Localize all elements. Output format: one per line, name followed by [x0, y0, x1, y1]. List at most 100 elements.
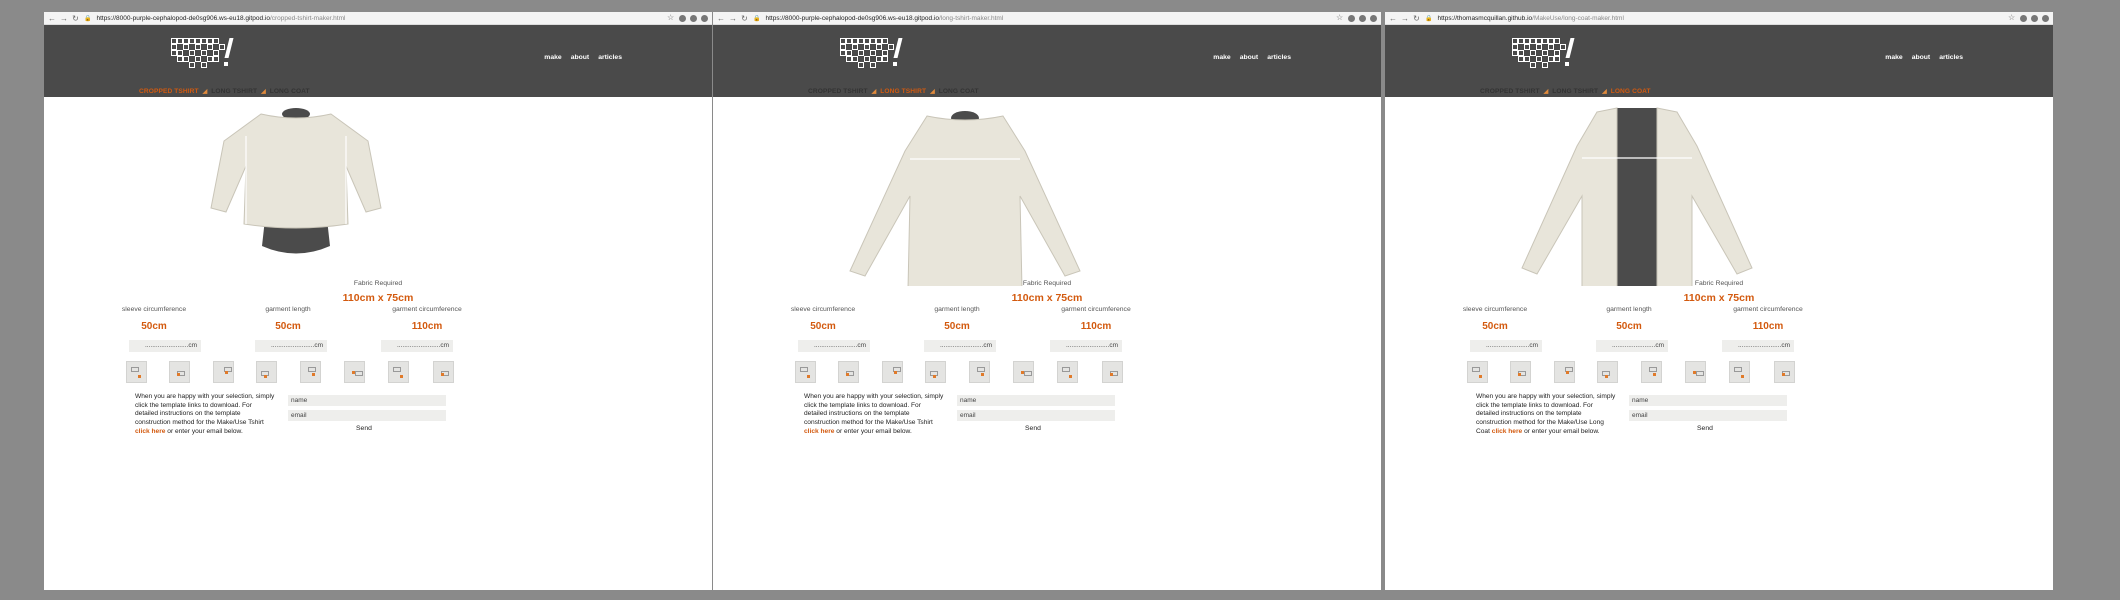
makeuse-logo[interactable] — [1512, 38, 1578, 68]
extension-icon[interactable] — [679, 14, 686, 22]
nav-link-articles[interactable]: articles — [598, 54, 622, 61]
profile-avatar[interactable] — [2042, 14, 2049, 22]
pattern-template-thumbnail[interactable] — [1774, 361, 1795, 383]
pattern-template-thumbnail[interactable] — [795, 361, 816, 383]
reload-icon[interactable]: ↻ — [1413, 14, 1420, 23]
reload-icon[interactable]: ↻ — [72, 14, 79, 23]
garment-link-long-coat[interactable]: LONG COAT — [939, 88, 979, 95]
pattern-template-thumbnail[interactable] — [1057, 361, 1078, 383]
pattern-template-thumbnail[interactable] — [213, 361, 234, 383]
star-icon[interactable]: ☆ — [667, 14, 675, 22]
send-button[interactable]: Send — [356, 425, 372, 432]
pattern-template-thumbnail[interactable] — [300, 361, 321, 383]
nav-link-articles[interactable]: articles — [1939, 54, 1963, 61]
nav-link-make[interactable]: make — [544, 54, 561, 61]
star-icon[interactable]: ☆ — [1336, 14, 1344, 22]
garment-link-long-coat[interactable]: LONG COAT — [1611, 88, 1651, 95]
pattern-marker — [441, 373, 444, 376]
garment-link-cropped-tshirt[interactable]: CROPPED TSHIRT — [808, 88, 868, 95]
pattern-template-thumbnail[interactable] — [126, 361, 147, 383]
fabric-required-value: 110cm x 75cm — [1683, 292, 1755, 304]
makeuse-logo[interactable] — [840, 38, 906, 68]
extension-icon[interactable] — [1348, 14, 1355, 22]
garment-length-input[interactable]: ........................cm — [255, 340, 327, 352]
pattern-template-thumbnail[interactable] — [1554, 361, 1575, 383]
send-button[interactable]: Send — [1025, 425, 1041, 432]
pattern-template-thumbnail[interactable] — [925, 361, 946, 383]
garment-link-cropped-tshirt[interactable]: CROPPED TSHIRT — [139, 88, 199, 95]
separator-icon: ◢ — [261, 89, 266, 95]
nav-link-about[interactable]: about — [1240, 54, 1259, 61]
name-field[interactable]: name — [1629, 395, 1787, 406]
email-field[interactable]: email — [1629, 410, 1787, 421]
pattern-template-thumbnail[interactable] — [1685, 361, 1706, 383]
nav-link-make[interactable]: make — [1885, 54, 1902, 61]
address-bar[interactable]: https://8000-purple-cephalopod-de0sg906.… — [96, 15, 662, 22]
forward-arrow-icon[interactable]: → — [1401, 14, 1409, 23]
name-field[interactable]: name — [957, 395, 1115, 406]
pattern-template-thumbnail[interactable] — [433, 361, 454, 383]
site-header: make about articles — [1385, 25, 2053, 97]
forward-arrow-icon[interactable]: → — [729, 14, 737, 23]
garment-3d-preview[interactable] — [1385, 96, 2053, 286]
garment-length-input[interactable]: ........................cm — [1596, 340, 1668, 352]
pattern-template-thumbnail[interactable] — [1510, 361, 1531, 383]
garment-circumference-input[interactable]: ........................cm — [1722, 340, 1794, 352]
star-icon[interactable]: ☆ — [2008, 14, 2016, 22]
address-bar[interactable]: https://8000-purple-cephalopod-de0sg906.… — [765, 15, 1331, 22]
pattern-template-thumbnail[interactable] — [344, 361, 365, 383]
profile-avatar[interactable] — [1370, 14, 1377, 22]
sleeve-circumference-input[interactable]: ........................cm — [129, 340, 201, 352]
pattern-template-thumbnail[interactable] — [1641, 361, 1662, 383]
send-button[interactable]: Send — [1697, 425, 1713, 432]
garment-link-long-tshirt[interactable]: LONG TSHIRT — [211, 88, 257, 95]
nav-link-about[interactable]: about — [1912, 54, 1931, 61]
garment-length-input[interactable]: ........................cm — [924, 340, 996, 352]
pattern-template-thumbnail[interactable] — [1597, 361, 1618, 383]
extension-icon[interactable] — [2031, 14, 2038, 22]
browser-extensions: ☆ — [2008, 14, 2049, 22]
profile-avatar[interactable] — [701, 14, 708, 22]
extension-icon[interactable] — [1359, 14, 1366, 22]
email-field[interactable]: email — [957, 410, 1115, 421]
pattern-template-thumbnail[interactable] — [388, 361, 409, 383]
extension-icon[interactable] — [690, 14, 697, 22]
pattern-template-thumbnail[interactable] — [169, 361, 190, 383]
garment-3d-preview[interactable] — [44, 96, 712, 286]
garment-3d-preview[interactable] — [713, 96, 1381, 286]
pattern-template-thumbnail[interactable] — [969, 361, 990, 383]
nav-link-about[interactable]: about — [571, 54, 590, 61]
makeuse-logo[interactable] — [171, 38, 237, 68]
nav-link-make[interactable]: make — [1213, 54, 1230, 61]
pattern-template-thumbnail[interactable] — [1729, 361, 1750, 383]
garment-link-cropped-tshirt[interactable]: CROPPED TSHIRT — [1480, 88, 1540, 95]
instructions-link[interactable]: click here — [1492, 428, 1522, 435]
pattern-template-thumbnail[interactable] — [838, 361, 859, 383]
pattern-template-thumbnail[interactable] — [256, 361, 277, 383]
garment-link-long-coat[interactable]: LONG COAT — [270, 88, 310, 95]
instructions-garment: Tshirt — [917, 419, 933, 427]
back-arrow-icon[interactable]: ← — [1389, 14, 1397, 23]
pattern-template-thumbnail[interactable] — [882, 361, 903, 383]
address-bar[interactable]: https://thomasmcquillan.github.io/MakeUs… — [1437, 15, 2003, 22]
name-field[interactable]: name — [288, 395, 446, 406]
garment-link-long-tshirt[interactable]: LONG TSHIRT — [1552, 88, 1598, 95]
nav-link-articles[interactable]: articles — [1267, 54, 1291, 61]
back-arrow-icon[interactable]: ← — [717, 14, 725, 23]
garment-circumference-input[interactable]: ........................cm — [1050, 340, 1122, 352]
garment-circumference-input[interactable]: ........................cm — [381, 340, 453, 352]
instructions-link[interactable]: click here — [135, 428, 165, 435]
pattern-template-thumbnail[interactable] — [1013, 361, 1034, 383]
pattern-template-thumbnail[interactable] — [1102, 361, 1123, 383]
sleeve-circumference-input[interactable]: ........................cm — [1470, 340, 1542, 352]
sleeve-circumference-input[interactable]: ........................cm — [798, 340, 870, 352]
extension-icon[interactable] — [2020, 14, 2027, 22]
pattern-template-thumbnail[interactable] — [1467, 361, 1488, 383]
back-arrow-icon[interactable]: ← — [48, 14, 56, 23]
reload-icon[interactable]: ↻ — [741, 14, 748, 23]
garment-link-long-tshirt[interactable]: LONG TSHIRT — [880, 88, 926, 95]
instructions-link[interactable]: click here — [804, 428, 834, 435]
logo-tile — [213, 56, 219, 62]
email-field[interactable]: email — [288, 410, 446, 421]
forward-arrow-icon[interactable]: → — [60, 14, 68, 23]
